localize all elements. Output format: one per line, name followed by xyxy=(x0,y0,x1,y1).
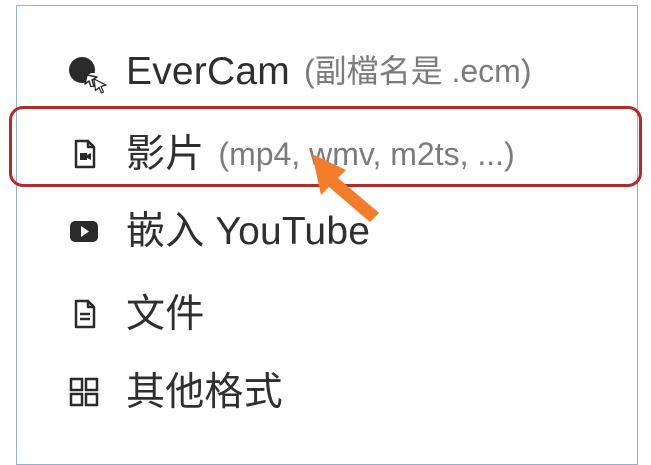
menu-item-label: 影片 xyxy=(126,132,205,176)
menu-item-other-formats[interactable]: 其他格式 xyxy=(68,362,297,422)
menu-item-hint: (副檔名是 .ecm) xyxy=(303,53,532,89)
menu-item-evercam[interactable]: EverCam (副檔名是 .ecm) xyxy=(68,41,532,101)
menu-item-label: 其他格式 xyxy=(126,370,283,414)
menu-item-hint: (mp4, wmv, m2ts, ...) xyxy=(218,136,515,172)
grid-icon xyxy=(68,376,100,408)
menu-item-video[interactable]: 影片 (mp4, wmv, m2ts, ...) xyxy=(68,124,515,184)
document-icon xyxy=(68,298,100,330)
menu-item-document[interactable]: 文件 xyxy=(68,284,218,344)
evercam-icon xyxy=(68,55,100,87)
menu-item-label: 嵌入 YouTube xyxy=(126,209,371,253)
menu-item-label: EverCam xyxy=(126,49,290,93)
youtube-icon xyxy=(68,215,100,247)
menu-item-label: 文件 xyxy=(126,292,205,336)
menu-item-youtube[interactable]: 嵌入 YouTube xyxy=(68,201,384,261)
video-file-icon xyxy=(68,138,100,170)
